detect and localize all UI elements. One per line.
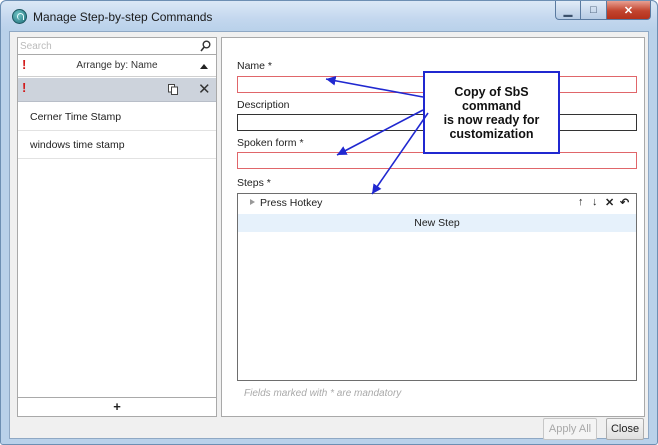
apply-all-button[interactable]: Apply All [543, 418, 597, 440]
dialog-window: Manage Step-by-step Commands ▁ □ ✕ ! Arr… [0, 0, 658, 445]
new-step-button[interactable]: New Step [238, 214, 636, 232]
undo-icon[interactable]: ↶ [620, 196, 629, 209]
chevron-right-icon[interactable] [250, 199, 255, 205]
delete-step-icon[interactable]: ✕ [605, 196, 614, 209]
description-label: Description [237, 99, 290, 111]
step-label: Press Hotkey [260, 197, 323, 209]
maximize-button[interactable]: □ [581, 1, 607, 20]
move-up-icon[interactable]: ↑ [578, 196, 584, 208]
title-bar[interactable]: Manage Step-by-step Commands ▁ □ ✕ [1, 1, 657, 31]
spoken-form-label: Spoken form * [237, 137, 304, 149]
steps-label: Steps * [237, 177, 271, 189]
name-label: Name * [237, 60, 273, 72]
add-command-button[interactable]: + [18, 397, 216, 416]
close-icon[interactable]: ✕ [198, 80, 211, 98]
close-window-button[interactable]: ✕ [607, 1, 651, 20]
minimize-button[interactable]: ▁ [555, 1, 581, 20]
command-list-panel: ! Arrange by: Name ! ✕ Cerner Time Stamp… [17, 37, 217, 417]
required-mark-icon: ! [22, 80, 27, 95]
window-title: Manage Step-by-step Commands [33, 10, 213, 24]
steps-list: Press Hotkey ↑ ↓ ✕ ↶ New Step [237, 193, 637, 381]
search-icon[interactable] [200, 40, 211, 52]
callout-line: customization [449, 127, 534, 141]
annotation-callout: Copy of SbS command is now ready for cus… [423, 71, 560, 154]
spoken-form-field[interactable] [237, 152, 637, 169]
callout-line: Copy of SbS command [454, 85, 529, 113]
list-item[interactable]: windows time stamp [18, 131, 216, 159]
sort-ascending-icon[interactable] [200, 64, 208, 69]
search-box [18, 38, 216, 55]
callout-line: is now ready for [443, 113, 540, 127]
step-row[interactable]: Press Hotkey ↑ ↓ ✕ ↶ [238, 194, 636, 213]
window-controls: ▁ □ ✕ [555, 1, 651, 21]
arrange-by-label[interactable]: Arrange by: Name [18, 60, 216, 71]
move-down-icon[interactable]: ↓ [592, 196, 598, 208]
arrange-by-row[interactable]: ! Arrange by: Name [18, 56, 216, 77]
app-icon [12, 9, 27, 24]
copy-icon[interactable] [168, 84, 178, 95]
mandatory-note: Fields marked with * are mandatory [244, 388, 402, 399]
selected-command-row[interactable]: ! ✕ [18, 78, 216, 102]
search-input[interactable] [20, 39, 190, 53]
list-item[interactable]: Cerner Time Stamp [18, 103, 216, 131]
close-button[interactable]: Close [606, 418, 644, 440]
